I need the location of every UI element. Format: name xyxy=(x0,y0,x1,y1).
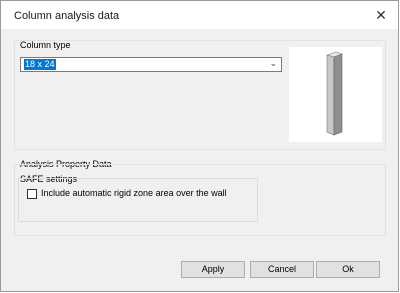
column-3d-icon xyxy=(325,51,343,136)
close-icon[interactable]: ✕ xyxy=(374,8,388,22)
chevron-down-icon[interactable]: ⌄ xyxy=(269,58,277,69)
apply-button[interactable]: Apply xyxy=(181,261,245,278)
column-type-value: 18 x 24 xyxy=(24,59,56,70)
column-type-label: Column type xyxy=(20,40,71,50)
column-preview xyxy=(289,47,382,142)
window-title: Column analysis data xyxy=(14,10,120,22)
cancel-button[interactable]: Cancel xyxy=(250,261,314,278)
column-type-dropdown[interactable]: 18 x 24 ⌄ xyxy=(20,57,282,72)
rigid-zone-checkbox[interactable] xyxy=(27,189,37,199)
ok-button[interactable]: Ok xyxy=(316,261,380,278)
title-bar: Column analysis data ✕ xyxy=(1,1,398,29)
rigid-zone-checkbox-label[interactable]: Include automatic rigid zone area over t… xyxy=(41,188,227,198)
safe-settings-group xyxy=(18,178,258,222)
